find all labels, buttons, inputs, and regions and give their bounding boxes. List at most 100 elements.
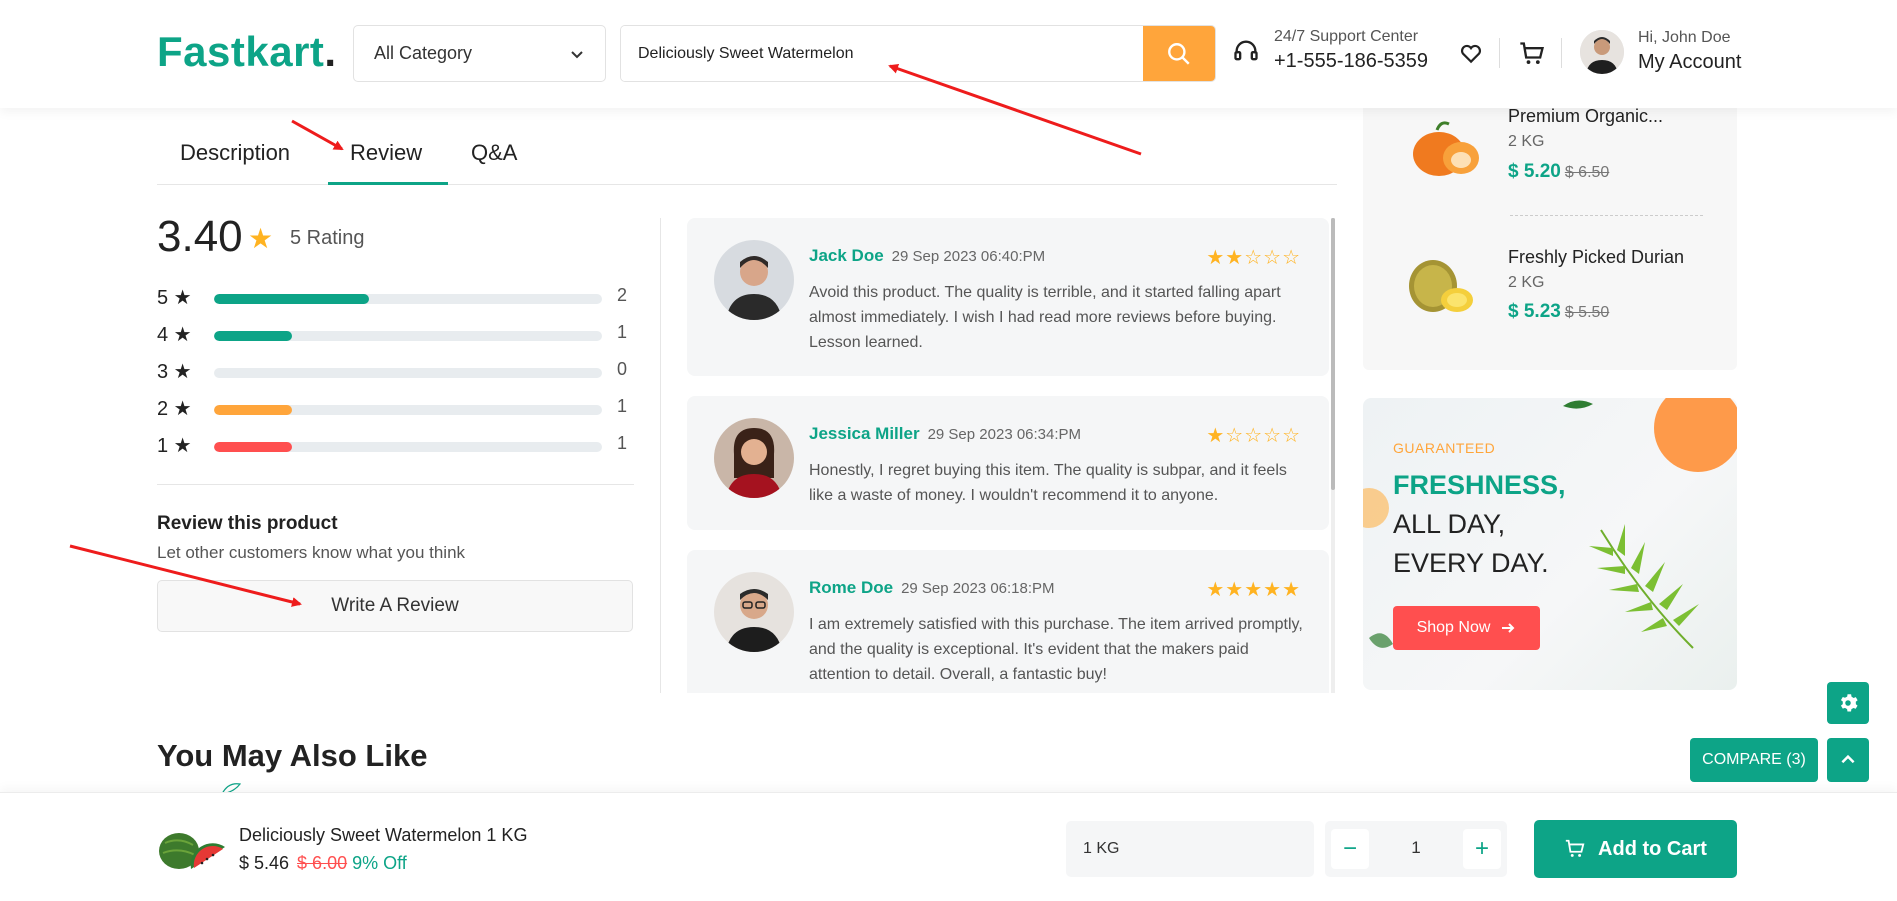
rating-row: 3 ★ 0 <box>157 359 627 383</box>
scroll-top-button[interactable] <box>1827 738 1869 782</box>
tab-active-indicator <box>328 182 448 185</box>
column-divider <box>660 218 661 693</box>
unit-select[interactable]: 1 KG <box>1066 821 1314 877</box>
header-divider <box>1561 38 1562 68</box>
site-header: Fastkart. All Category 24/7 Support Cent… <box>0 0 1897 108</box>
review-card: Jack Doe 29 Sep 2023 06:40:PM ★★☆☆☆ Avoid… <box>687 218 1329 376</box>
gear-icon <box>1840 694 1858 712</box>
category-select-value: All Category <box>374 43 473 63</box>
review-text: Honestly, I regret buying this item. The… <box>809 462 1287 504</box>
review-stars: ★☆☆☆☆ <box>1206 425 1301 447</box>
banner-headline: FRESHNESS, ALL DAY, EVERY DAY. <box>1393 470 1566 578</box>
product-image <box>1413 121 1479 176</box>
rating-bar <box>214 405 602 415</box>
review-text: I am extremely satisfied with this purch… <box>809 616 1303 683</box>
search-icon <box>1168 42 1190 65</box>
tab-qa[interactable]: Q&A <box>471 140 517 166</box>
arrow-right-icon <box>1502 623 1515 633</box>
rating-row-count: 1 <box>617 322 628 342</box>
rating-row-count: 1 <box>617 433 628 453</box>
add-to-cart-button[interactable]: Add to Cart <box>1534 820 1737 878</box>
rating-row-count: 0 <box>617 359 628 379</box>
rating-bar-fill <box>214 331 292 341</box>
rating-row-label: 5 ★ <box>157 287 192 309</box>
quantity-stepper: − 1 + <box>1325 821 1507 877</box>
chevron-down-icon <box>571 50 583 58</box>
rating-row-count: 2 <box>617 285 628 305</box>
review-text: Avoid this product. The quality is terri… <box>809 284 1281 351</box>
rating-count: 5 Rating <box>290 227 365 249</box>
category-select[interactable]: All Category <box>353 25 606 82</box>
write-review-button[interactable]: Write A Review <box>157 580 633 632</box>
cart-icon[interactable] <box>1518 40 1546 68</box>
shop-now-label: Shop Now <box>1416 619 1491 636</box>
sticky-old-price: $ 6.00 <box>297 853 348 873</box>
minus-button[interactable]: − <box>1331 829 1369 869</box>
rating-row-label: 3 ★ <box>157 361 192 383</box>
support-center: 24/7 Support Center +1-555-186-5359 <box>1232 28 1428 73</box>
shop-now-button[interactable]: Shop Now <box>1393 606 1540 650</box>
chevron-up-icon <box>1841 754 1855 764</box>
quantity-value[interactable]: 1 <box>1385 838 1447 858</box>
search-button[interactable] <box>1143 26 1215 81</box>
sidebar-product-qty: 2 KG <box>1508 274 1545 291</box>
rating-row-label: 2 ★ <box>157 398 192 420</box>
support-phone: +1-555-186-5359 <box>1274 50 1429 72</box>
account-menu[interactable]: Hi, John Doe My Account <box>1580 29 1741 74</box>
rating-row: 4 ★ 1 <box>157 322 627 346</box>
headset-icon <box>1234 40 1258 60</box>
heart-icon[interactable] <box>1458 40 1484 66</box>
plus-button[interactable]: + <box>1463 829 1501 869</box>
sticky-product-name: Deliciously Sweet Watermelon 1 KG <box>239 825 528 845</box>
compare-button[interactable]: COMPARE (3) <box>1690 738 1818 782</box>
sidebar-product[interactable]: Freshly Picked Durian 2 KG $ 5.23 $ 5.50 <box>1363 240 1737 350</box>
rating-bar <box>214 331 602 341</box>
sticky-cart-bar: Deliciously Sweet Watermelon 1 KG $ 5.46… <box>0 792 1897 901</box>
review-card: Jessica Miller 29 Sep 2023 06:34:PM ★☆☆☆☆… <box>687 396 1329 530</box>
sidebar-product-name: Freshly Picked Durian <box>1508 247 1685 267</box>
rating-row-count: 1 <box>617 396 628 416</box>
star-icon: ★ <box>248 223 274 254</box>
rating-row-label: 4 ★ <box>157 324 192 346</box>
rating-bar-fill <box>214 294 370 304</box>
review-date: 29 Sep 2023 06:18:PM <box>901 580 1055 597</box>
sidebar-product[interactable]: Premium Organic... 2 KG $ 5.20 $ 6.50 <box>1363 100 1737 215</box>
sticky-product-price: $ 5.46 $ 6.00 9% Off <box>239 853 407 873</box>
rating-row-label: 1 ★ <box>157 435 192 457</box>
sidebar-product-qty: 2 KG <box>1508 133 1545 150</box>
reviews-scrollbar-thumb[interactable] <box>1331 218 1335 490</box>
banner-eyebrow: GUARANTEED <box>1393 440 1496 456</box>
rating-bar-fill <box>214 405 292 415</box>
logo-dot: . <box>324 28 337 75</box>
review-date: 29 Sep 2023 06:40:PM <box>891 248 1046 265</box>
divider <box>157 484 634 485</box>
rating-bar-fill <box>214 442 292 452</box>
rating-row: 5 ★ 2 <box>157 285 627 309</box>
add-to-cart-label: Add to Cart <box>1598 837 1707 860</box>
reviewer-avatar <box>714 240 794 320</box>
rating-bar <box>214 294 602 304</box>
logo-text: Fastkart <box>157 28 325 75</box>
rating-row: 1 ★ 1 <box>157 433 627 457</box>
search-input[interactable] <box>621 26 1143 81</box>
reviewer-name: Jessica Miller 29 Sep 2023 06:34:PM <box>809 424 1082 443</box>
review-stars: ★★☆☆☆ <box>1206 247 1301 269</box>
settings-button[interactable] <box>1827 682 1869 724</box>
avatar <box>1580 29 1624 74</box>
tab-review[interactable]: Review <box>350 140 422 166</box>
rating-bar <box>214 442 602 452</box>
product-image <box>1409 260 1473 312</box>
product-thumbnail <box>159 833 225 869</box>
divider <box>1510 215 1703 216</box>
sidebar-product-name: Premium Organic... <box>1508 106 1664 126</box>
freshness-banner[interactable]: GUARANTEED FRESHNESS, ALL DAY, EVERY DAY… <box>1363 398 1737 690</box>
section-title: You May Also Like <box>157 738 428 773</box>
review-stars: ★★★★★ <box>1206 579 1301 601</box>
average-rating: 3.40 <box>157 212 243 261</box>
cart-icon <box>1565 839 1585 857</box>
tab-description[interactable]: Description <box>180 140 290 166</box>
support-title: 24/7 Support Center <box>1274 28 1419 45</box>
sidebar-product-price: $ 5.20 $ 6.50 <box>1508 161 1610 182</box>
reviewer-avatar <box>714 572 794 652</box>
logo[interactable]: Fastkart. <box>157 28 337 76</box>
